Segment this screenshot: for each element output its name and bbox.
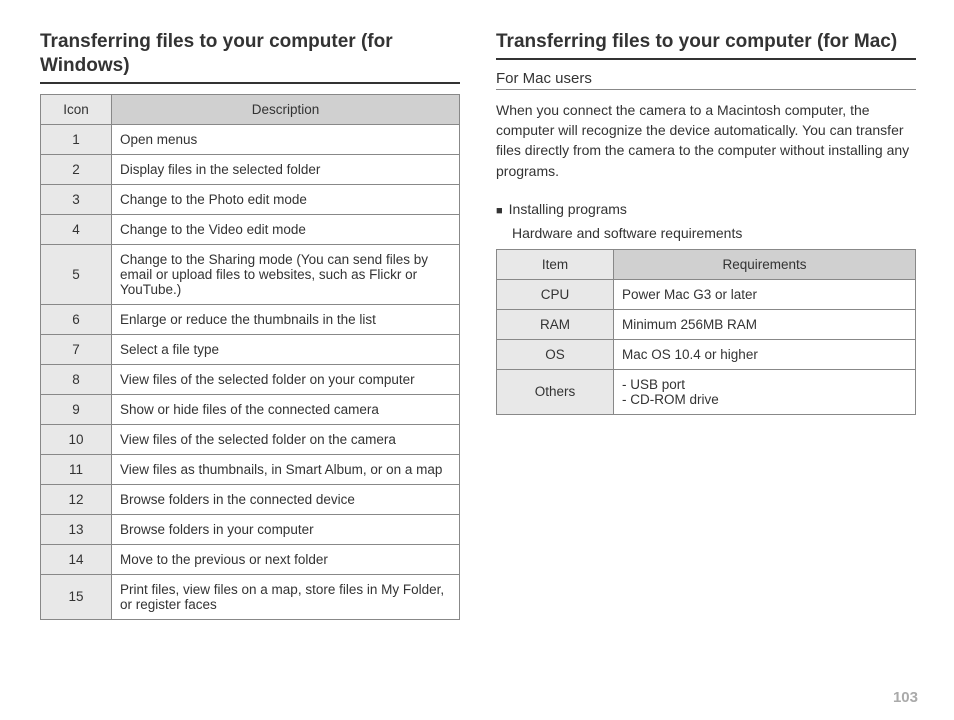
- table-row: 1Open menus: [41, 124, 460, 154]
- row-number: 7: [41, 334, 112, 364]
- table-row: RAMMinimum 256MB RAM: [497, 309, 916, 339]
- row-number: 6: [41, 304, 112, 334]
- manual-page: Transferring files to your computer (for…: [0, 0, 954, 720]
- table-row: 12Browse folders in the connected device: [41, 484, 460, 514]
- install-subheading: Hardware and software requirements: [512, 225, 916, 241]
- heading-windows: Transferring files to your computer (for…: [40, 30, 460, 78]
- table-row: 9Show or hide files of the connected cam…: [41, 394, 460, 424]
- row-description: Browse folders in your computer: [112, 514, 460, 544]
- row-description: Select a file type: [112, 334, 460, 364]
- row-number: 9: [41, 394, 112, 424]
- th-requirements: Requirements: [614, 249, 916, 279]
- row-number: 10: [41, 424, 112, 454]
- req-value: Power Mac G3 or later: [614, 279, 916, 309]
- table-row: 10View files of the selected folder on t…: [41, 424, 460, 454]
- row-number: 4: [41, 214, 112, 244]
- subheading-mac-users: For Mac users: [496, 70, 916, 90]
- req-item: RAM: [497, 309, 614, 339]
- row-number: 12: [41, 484, 112, 514]
- row-description: Open menus: [112, 124, 460, 154]
- table-row: Others- USB port - CD-ROM drive: [497, 369, 916, 414]
- table-row: 7Select a file type: [41, 334, 460, 364]
- th-item: Item: [497, 249, 614, 279]
- table-row: 6Enlarge or reduce the thumbnails in the…: [41, 304, 460, 334]
- rule: [496, 58, 916, 60]
- req-item: CPU: [497, 279, 614, 309]
- table-row: 4Change to the Video edit mode: [41, 214, 460, 244]
- row-description: Browse folders in the connected device: [112, 484, 460, 514]
- req-item: OS: [497, 339, 614, 369]
- table-row: 15Print files, view files on a map, stor…: [41, 574, 460, 619]
- row-description: View files of the selected folder on you…: [112, 364, 460, 394]
- row-description: Change to the Sharing mode (You can send…: [112, 244, 460, 304]
- req-item: Others: [497, 369, 614, 414]
- table-row: 13Browse folders in your computer: [41, 514, 460, 544]
- th-icon: Icon: [41, 94, 112, 124]
- row-description: View files of the selected folder on the…: [112, 424, 460, 454]
- column-mac: Transferring files to your computer (for…: [496, 30, 916, 620]
- table-row: OSMac OS 10.4 or higher: [497, 339, 916, 369]
- square-bullet-icon: ■: [496, 201, 503, 221]
- row-number: 5: [41, 244, 112, 304]
- table-row: 14Move to the previous or next folder: [41, 544, 460, 574]
- row-number: 1: [41, 124, 112, 154]
- rule: [40, 82, 460, 84]
- req-value: Mac OS 10.4 or higher: [614, 339, 916, 369]
- row-number: 15: [41, 574, 112, 619]
- req-value: Minimum 256MB RAM: [614, 309, 916, 339]
- column-windows: Transferring files to your computer (for…: [40, 30, 460, 620]
- row-description: Show or hide files of the connected came…: [112, 394, 460, 424]
- row-description: View files as thumbnails, in Smart Album…: [112, 454, 460, 484]
- req-value: - USB port - CD-ROM drive: [614, 369, 916, 414]
- install-heading-row: ■ Installing programs: [496, 201, 916, 221]
- table-row: 11View files as thumbnails, in Smart Alb…: [41, 454, 460, 484]
- row-number: 3: [41, 184, 112, 214]
- th-description: Description: [112, 94, 460, 124]
- table-row: 3Change to the Photo edit mode: [41, 184, 460, 214]
- row-description: Print files, view files on a map, store …: [112, 574, 460, 619]
- table-row: CPUPower Mac G3 or later: [497, 279, 916, 309]
- install-heading: Installing programs: [509, 201, 627, 217]
- row-description: Move to the previous or next folder: [112, 544, 460, 574]
- table-row: 5Change to the Sharing mode (You can sen…: [41, 244, 460, 304]
- requirements-table: Item Requirements CPUPower Mac G3 or lat…: [496, 249, 916, 415]
- row-description: Change to the Video edit mode: [112, 214, 460, 244]
- row-number: 14: [41, 544, 112, 574]
- row-number: 2: [41, 154, 112, 184]
- table-row: 2Display files in the selected folder: [41, 154, 460, 184]
- mac-body-text: When you connect the camera to a Macinto…: [496, 100, 916, 181]
- row-description: Display files in the selected folder: [112, 154, 460, 184]
- table-row: 8View files of the selected folder on yo…: [41, 364, 460, 394]
- page-number: 103: [893, 689, 918, 706]
- row-number: 11: [41, 454, 112, 484]
- row-number: 8: [41, 364, 112, 394]
- row-description: Change to the Photo edit mode: [112, 184, 460, 214]
- heading-mac: Transferring files to your computer (for…: [496, 30, 916, 54]
- icon-table: Icon Description 1Open menus2Display fil…: [40, 94, 460, 620]
- row-number: 13: [41, 514, 112, 544]
- row-description: Enlarge or reduce the thumbnails in the …: [112, 304, 460, 334]
